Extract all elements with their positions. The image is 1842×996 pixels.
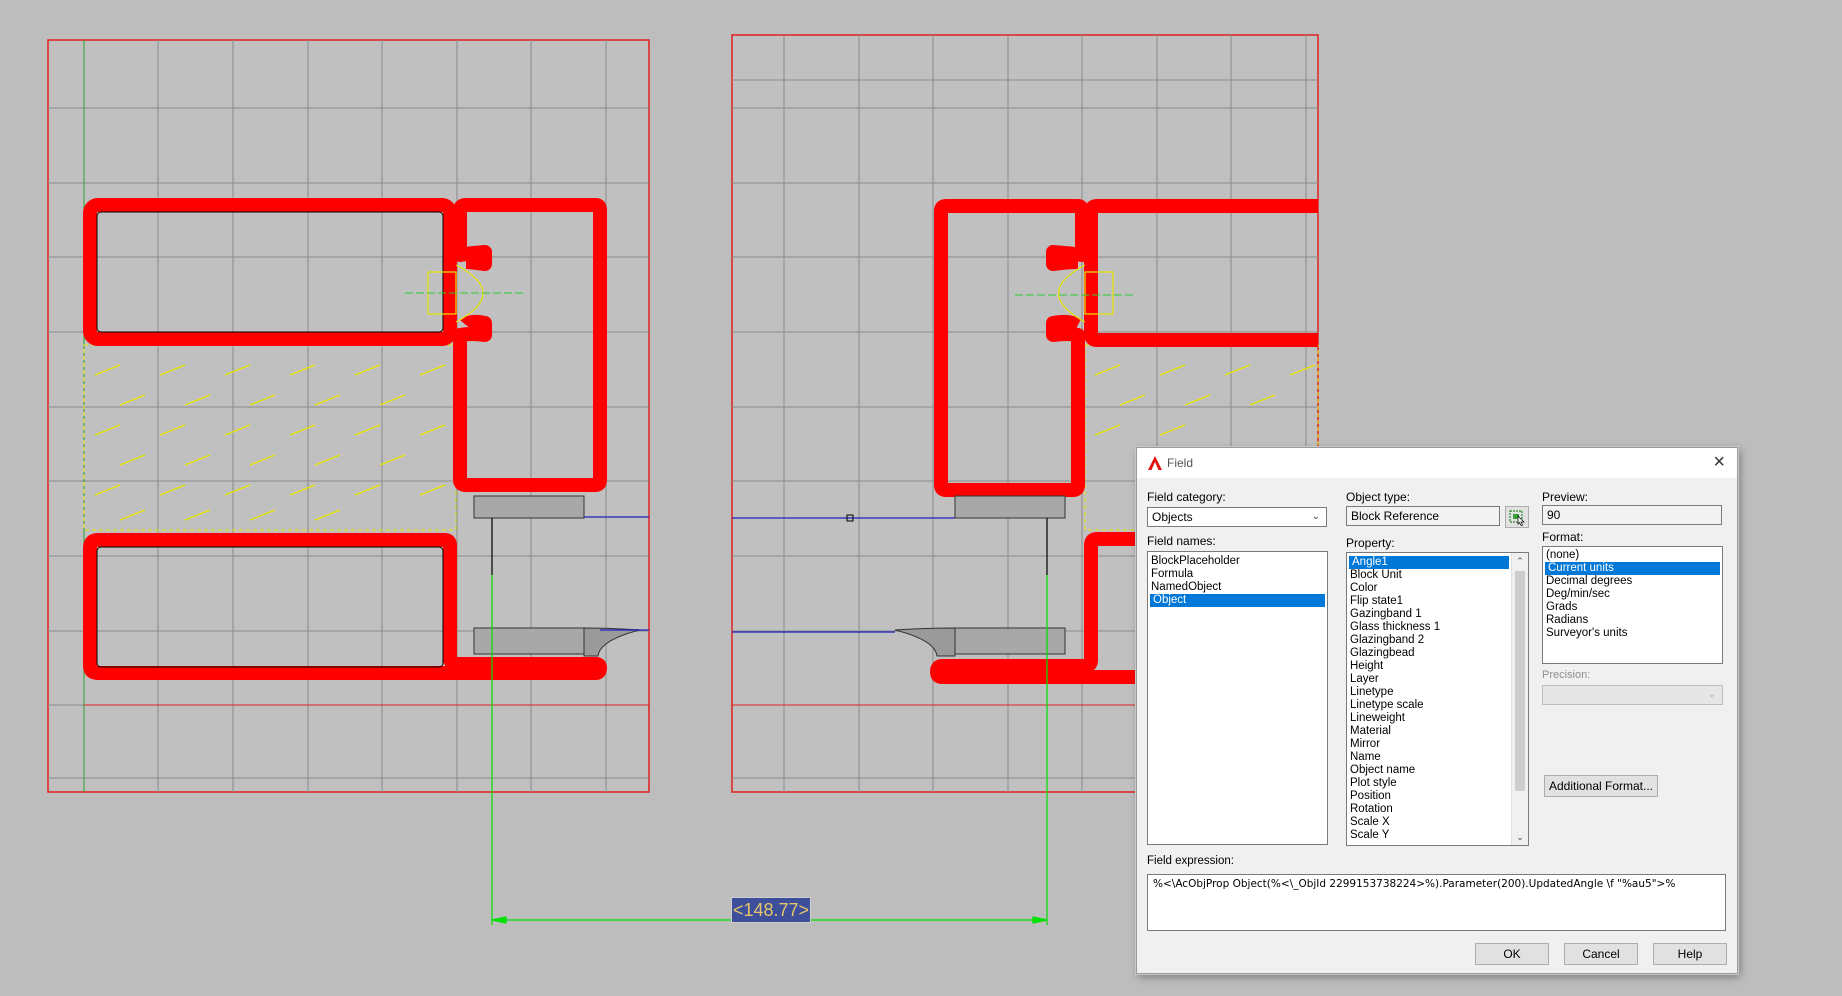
left-viewport xyxy=(47,39,650,793)
property-item[interactable]: Mirror xyxy=(1347,738,1528,751)
property-item[interactable]: Glazingband 2 xyxy=(1347,634,1528,647)
property-item[interactable]: Height xyxy=(1347,660,1528,673)
property-item[interactable]: Linetype xyxy=(1347,686,1528,699)
field-name-item[interactable]: BlockPlaceholder xyxy=(1148,555,1327,568)
scroll-up-icon[interactable]: ⌃ xyxy=(1512,553,1528,569)
field-names-label: Field names: xyxy=(1147,534,1216,548)
scroll-down-icon[interactable]: ⌄ xyxy=(1512,829,1528,845)
dialog-titlebar[interactable]: Field × xyxy=(1137,448,1737,478)
dimension-text-editor[interactable]: <148.77> xyxy=(731,897,811,923)
precision-label: Precision: xyxy=(1542,669,1591,681)
format-item[interactable]: Radians xyxy=(1543,614,1722,627)
field-category-value: Objects xyxy=(1152,510,1193,524)
property-item[interactable]: Color xyxy=(1347,582,1528,595)
property-scrollbar[interactable]: ⌃ ⌄ xyxy=(1511,553,1528,845)
precision-select[interactable]: ⌄ xyxy=(1542,685,1723,705)
field-category-select[interactable]: Objects ⌄ xyxy=(1147,507,1327,527)
autocad-app-icon xyxy=(1148,456,1162,470)
property-item[interactable]: Glass thickness 1 xyxy=(1347,621,1528,634)
format-item[interactable]: (none) xyxy=(1543,549,1722,562)
property-item[interactable]: Glazingbead xyxy=(1347,647,1528,660)
scroll-thumb[interactable] xyxy=(1515,571,1525,791)
format-label: Format: xyxy=(1542,530,1584,544)
format-item[interactable]: Decimal degrees xyxy=(1543,575,1722,588)
property-item[interactable]: Gazingband 1 xyxy=(1347,608,1528,621)
property-list[interactable]: Angle1 Block Unit Color Flip state1 Gazi… xyxy=(1346,552,1529,846)
property-item[interactable]: Layer xyxy=(1347,673,1528,686)
field-dialog: Field × Field category: Objects ⌄ Field … xyxy=(1136,447,1738,974)
field-category-label: Field category: xyxy=(1147,490,1226,504)
property-item[interactable]: Scale Y xyxy=(1347,829,1528,842)
property-item[interactable]: Material xyxy=(1347,725,1528,738)
chevron-down-icon: ⌄ xyxy=(1707,689,1716,700)
property-label: Property: xyxy=(1346,536,1395,550)
cancel-button[interactable]: Cancel xyxy=(1564,943,1638,965)
object-type-field[interactable]: Block Reference xyxy=(1346,506,1500,526)
property-item[interactable]: Flip state1 xyxy=(1347,595,1528,608)
preview-label: Preview: xyxy=(1542,490,1589,504)
property-item-selected[interactable]: Angle1 xyxy=(1349,556,1509,569)
property-item[interactable]: Position xyxy=(1347,790,1528,803)
ok-button[interactable]: OK xyxy=(1475,943,1549,965)
field-name-item[interactable]: Formula xyxy=(1148,568,1327,581)
object-type-label: Object type: xyxy=(1346,490,1411,504)
field-names-list[interactable]: BlockPlaceholder Formula NamedObject Obj… xyxy=(1147,551,1328,845)
format-item[interactable]: Deg/min/sec xyxy=(1543,588,1722,601)
format-list[interactable]: (none) Current units Decimal degrees Deg… xyxy=(1542,546,1723,664)
additional-format-button[interactable]: Additional Format... xyxy=(1544,775,1658,797)
field-name-item-selected[interactable]: Object xyxy=(1150,594,1325,607)
property-item[interactable]: Plot style xyxy=(1347,777,1528,790)
property-item[interactable]: Rotation xyxy=(1347,803,1528,816)
select-object-icon xyxy=(1509,510,1525,526)
property-item[interactable]: Linetype scale xyxy=(1347,699,1528,712)
field-expression-text[interactable]: %<\AcObjProp Object(%<\_ObjId 2299153738… xyxy=(1147,874,1726,931)
close-icon[interactable]: × xyxy=(1713,452,1725,472)
property-item[interactable]: Name xyxy=(1347,751,1528,764)
format-item-selected[interactable]: Current units xyxy=(1545,562,1720,575)
help-button[interactable]: Help xyxy=(1653,943,1727,965)
format-item[interactable]: Grads xyxy=(1543,601,1722,614)
field-expression-label: Field expression: xyxy=(1147,855,1234,867)
property-item[interactable]: Scale X xyxy=(1347,816,1528,829)
preview-field: 90 xyxy=(1542,505,1722,525)
property-item[interactable]: Lineweight xyxy=(1347,712,1528,725)
format-item[interactable]: Surveyor's units xyxy=(1543,627,1722,640)
field-name-item[interactable]: NamedObject xyxy=(1148,581,1327,594)
dialog-title: Field xyxy=(1167,456,1194,470)
property-item[interactable]: Object name xyxy=(1347,764,1528,777)
property-item[interactable]: Block Unit xyxy=(1347,569,1528,582)
select-object-button[interactable] xyxy=(1505,506,1529,528)
chevron-down-icon: ⌄ xyxy=(1311,511,1320,522)
